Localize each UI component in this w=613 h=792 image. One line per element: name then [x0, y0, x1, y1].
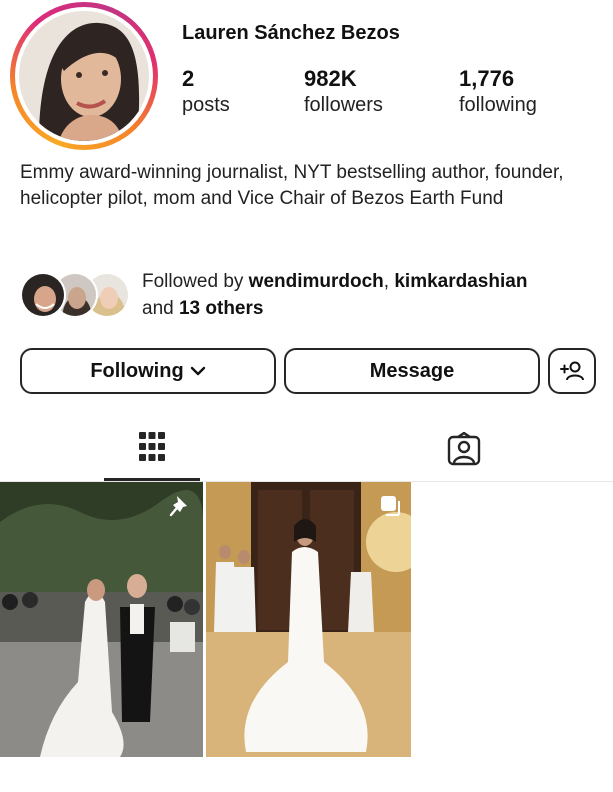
- posts-stat[interactable]: 2 posts: [182, 66, 230, 118]
- posts-count: 2: [182, 66, 195, 91]
- followed-by-row[interactable]: Followed by wendimurdoch, kimkardashian …: [20, 268, 527, 322]
- profile-avatar-ring[interactable]: [10, 2, 158, 150]
- chevron-down-icon: [190, 366, 205, 376]
- post-image-2: [206, 482, 411, 757]
- tagged-icon: [447, 431, 481, 466]
- followers-count: 982K: [304, 66, 357, 91]
- active-tab-indicator: [104, 478, 200, 481]
- following-button-label: Following: [90, 359, 184, 382]
- post-thumbnail-2[interactable]: [206, 482, 411, 757]
- avatar[interactable]: [19, 11, 149, 141]
- following-stat[interactable]: 1,776 following: [459, 66, 537, 118]
- followed-by-separator: ,: [383, 271, 395, 292]
- profile-username: Lauren Sánchez Bezos: [182, 22, 400, 44]
- followers-stat[interactable]: 982K followers: [304, 66, 383, 118]
- pin-icon: [169, 496, 187, 517]
- mutual-user-wendimurdoch[interactable]: wendimurdoch: [249, 271, 384, 292]
- profile-bio: Emmy award-winning journalist, NYT bests…: [20, 162, 564, 209]
- following-count: 1,776: [459, 66, 515, 91]
- carousel-icon: [381, 496, 400, 516]
- post-image-1: [0, 482, 203, 757]
- mutual-others-count[interactable]: 13 others: [179, 298, 263, 319]
- add-person-icon: [560, 361, 584, 381]
- grid-icon: [139, 432, 165, 461]
- tab-tagged[interactable]: [446, 431, 482, 471]
- posts-label: posts: [182, 94, 230, 116]
- message-button-label: Message: [369, 359, 455, 382]
- following-button[interactable]: Following: [20, 348, 276, 394]
- post-thumbnail-1[interactable]: [0, 482, 203, 757]
- followed-by-and: and: [142, 298, 179, 319]
- followed-by-prefix: Followed by: [142, 271, 249, 292]
- avatar-gap: [15, 7, 153, 145]
- follower-avatar-1: [20, 272, 66, 318]
- add-person-button[interactable]: [548, 348, 596, 394]
- avatar-image: [19, 11, 149, 141]
- followed-by-text: Followed by wendimurdoch, kimkardashian …: [142, 268, 527, 322]
- followers-label: followers: [304, 94, 383, 116]
- mutual-user-kimkardashian[interactable]: kimkardashian: [394, 271, 527, 292]
- message-button[interactable]: Message: [284, 348, 540, 394]
- following-label: following: [459, 94, 537, 116]
- profile-tabs: [0, 420, 613, 482]
- tab-grid[interactable]: [137, 430, 167, 469]
